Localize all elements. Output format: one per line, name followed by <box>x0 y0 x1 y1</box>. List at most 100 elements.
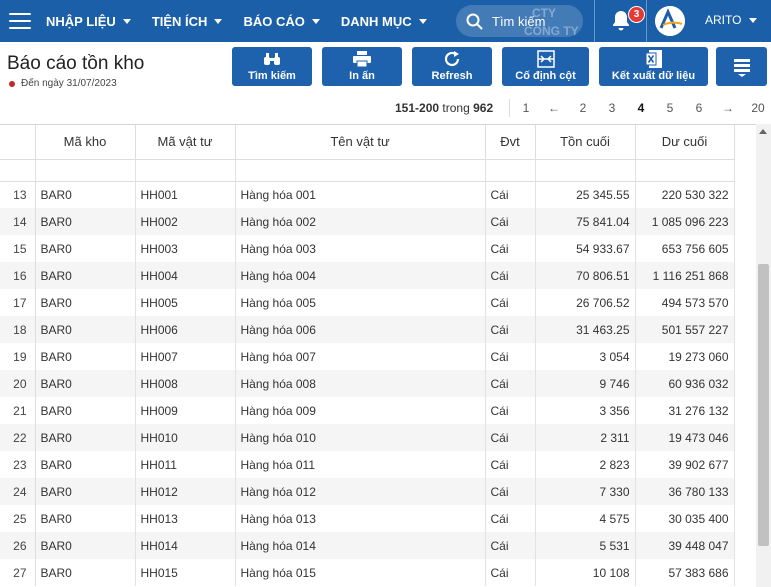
page-link-20[interactable]: 20 <box>749 101 767 115</box>
search-button[interactable]: Tìm kiếm <box>232 47 312 86</box>
nav-item-danh-muc[interactable]: DANH MỤC <box>341 14 427 29</box>
nav-item-label: BÁO CÁO <box>243 13 305 29</box>
print-button[interactable]: In ấn <box>322 47 402 86</box>
cell-dvt: Cái <box>485 343 536 370</box>
cell-du-cuoi: 220 530 322 <box>635 181 735 208</box>
cell-du-cuoi: 39 902 677 <box>635 451 735 478</box>
cell-ma-kho: BAR0 <box>35 397 136 424</box>
cell-du-cuoi: 19 273 060 <box>635 343 735 370</box>
chevron-down-icon <box>311 18 320 24</box>
table-row[interactable]: 13 BAR0 HH001 Hàng hóa 001 Cái 25 345.55 220 5… <box>0 181 735 208</box>
cell-ma-vat-tu: HH008 <box>135 370 236 397</box>
table-row[interactable]: 25 BAR0 HH013 Hàng hóa 013 Cái 4 575 30 035 40… <box>0 505 735 532</box>
cell-du-cuoi: 1 116 251 868 <box>635 262 735 289</box>
nav-item-tien-ich[interactable]: TIỆN ÍCH <box>152 14 223 29</box>
cell-ton-cuoi: 4 575 <box>535 505 636 532</box>
table-row[interactable]: 23 BAR0 HH011 Hàng hóa 011 Cái 2 823 39 902 67… <box>0 451 735 478</box>
cell-ten-vat-tu: Hàng hóa 011 <box>235 451 486 478</box>
prev-page-button[interactable]: ← <box>546 101 562 115</box>
search-button-label: Tìm kiếm <box>248 70 296 82</box>
refresh-button[interactable]: Refresh <box>412 47 492 86</box>
cell-ten-vat-tu: Hàng hóa 002 <box>235 208 486 235</box>
cell-ton-cuoi: 75 841.04 <box>535 208 636 235</box>
cell-ton-cuoi: 2 311 <box>535 424 636 451</box>
cell-dvt: Cái <box>485 559 536 586</box>
cell-ma-vat-tu: HH012 <box>135 478 236 505</box>
filter-input-ma-vat-tu[interactable] <box>135 159 236 182</box>
table-row[interactable]: 20 BAR0 HH008 Hàng hóa 008 Cái 9 746 60 936 03… <box>0 370 735 397</box>
inventory-table: Mã kho Mã vật tư Tên vật tư Đvt Tồn cuối… <box>0 124 756 587</box>
column-header-du-cuoi[interactable]: Dư cuối <box>635 125 735 160</box>
row-number-header <box>0 125 36 160</box>
hamburger-menu-icon[interactable] <box>9 13 31 29</box>
row-number: 21 <box>0 397 36 424</box>
cell-ten-vat-tu: Hàng hóa 009 <box>235 397 486 424</box>
cell-ten-vat-tu: Hàng hóa 008 <box>235 370 486 397</box>
filter-input-dvt[interactable] <box>485 159 536 182</box>
page-link-6[interactable]: 6 <box>693 101 705 115</box>
table-row[interactable]: 16 BAR0 HH004 Hàng hóa 004 Cái 70 806.51 1 116… <box>0 262 735 289</box>
nav-item-nhap-lieu[interactable]: NHẬP LIỆU <box>46 14 131 29</box>
cell-ma-kho: BAR0 <box>35 181 136 208</box>
nav-divider <box>646 0 647 42</box>
filter-input-du-cuoi[interactable] <box>635 159 735 182</box>
pagination-range: 151-200 trong 962 <box>395 101 493 115</box>
status-dot <box>9 80 15 87</box>
filter-input-ten-vat-tu[interactable] <box>235 159 486 182</box>
cell-ma-kho: BAR0 <box>35 505 136 532</box>
page-link-4-active[interactable]: 4 <box>635 101 647 115</box>
column-header-dvt[interactable]: Đvt <box>485 125 536 160</box>
scrollbar-thumb[interactable] <box>758 264 769 546</box>
cell-dvt: Cái <box>485 397 536 424</box>
table-row[interactable]: 26 BAR0 HH014 Hàng hóa 014 Cái 5 531 39 448 04… <box>0 532 735 559</box>
column-header-ma-kho[interactable]: Mã kho <box>35 125 136 160</box>
column-header-ma-vat-tu[interactable]: Mã vật tư <box>135 125 236 160</box>
cell-ton-cuoi: 5 531 <box>535 532 636 559</box>
page-link-3[interactable]: 3 <box>606 101 618 115</box>
cell-ton-cuoi: 2 823 <box>535 451 636 478</box>
filter-input-ma-kho[interactable] <box>35 159 136 182</box>
cell-ten-vat-tu: Hàng hóa 006 <box>235 316 486 343</box>
nav-item-bao-cao[interactable]: BÁO CÁO <box>243 13 320 29</box>
column-header-ten-vat-tu[interactable]: Tên vật tư <box>235 125 486 160</box>
cell-dvt: Cái <box>485 316 536 343</box>
avatar[interactable] <box>655 6 685 36</box>
table-row[interactable]: 22 BAR0 HH010 Hàng hóa 010 Cái 2 311 19 473 04… <box>0 424 735 451</box>
cell-du-cuoi: 57 383 686 <box>635 559 735 586</box>
cell-ton-cuoi: 3 054 <box>535 343 636 370</box>
pagination-bar: 151-200 trong 962 1 ← 2 3 4 5 6 → 20 <box>0 97 771 119</box>
column-header-ton-cuoi[interactable]: Tồn cuối <box>535 125 636 160</box>
report-date-label: Đến ngày 31/07/2023 <box>21 78 117 89</box>
table-row[interactable]: 21 BAR0 HH009 Hàng hóa 009 Cái 3 356 31 276 13… <box>0 397 735 424</box>
page-link-5[interactable]: 5 <box>664 101 676 115</box>
user-menu[interactable]: ARITO <box>705 13 758 27</box>
table-row[interactable]: 19 BAR0 HH007 Hàng hóa 007 Cái 3 054 19 273 06… <box>0 343 735 370</box>
cell-ma-vat-tu: HH005 <box>135 289 236 316</box>
table-row[interactable]: 27 BAR0 HH015 Hàng hóa 015 Cái 10 108 57 383 6… <box>0 559 735 586</box>
row-number: 17 <box>0 289 36 316</box>
export-data-button[interactable]: Kết xuất dữ liệu <box>599 47 708 86</box>
vertical-scrollbar[interactable] <box>756 124 771 587</box>
scroll-up-icon[interactable] <box>759 129 767 134</box>
cell-ten-vat-tu: Hàng hóa 003 <box>235 235 486 262</box>
filter-input-ton-cuoi[interactable] <box>535 159 636 182</box>
table-row[interactable]: 15 BAR0 HH003 Hàng hóa 003 Cái 54 933.67 653 7… <box>0 235 735 262</box>
row-number: 15 <box>0 235 36 262</box>
global-search-input[interactable]: CTY CÔNG TY Tìm kiếm <box>456 5 583 37</box>
next-page-button[interactable]: → <box>720 101 736 115</box>
freeze-columns-button[interactable]: Cố định cột <box>502 47 589 86</box>
username: ARITO <box>705 13 742 27</box>
cell-ma-kho: BAR0 <box>35 559 136 586</box>
cell-du-cuoi: 31 276 132 <box>635 397 735 424</box>
cell-ma-kho: BAR0 <box>35 451 136 478</box>
table-row[interactable]: 14 BAR0 HH002 Hàng hóa 002 Cái 75 841.04 1 085… <box>0 208 735 235</box>
table-row[interactable]: 24 BAR0 HH012 Hàng hóa 012 Cái 7 330 36 780 13… <box>0 478 735 505</box>
cell-ten-vat-tu: Hàng hóa 005 <box>235 289 486 316</box>
page-link-2[interactable]: 2 <box>577 101 589 115</box>
cell-ton-cuoi: 31 463.25 <box>535 316 636 343</box>
more-options-button[interactable] <box>716 47 767 86</box>
filter-row <box>0 159 735 182</box>
page-link-1[interactable]: 1 <box>520 101 532 115</box>
table-row[interactable]: 17 BAR0 HH005 Hàng hóa 005 Cái 26 706.52 494 5… <box>0 289 735 316</box>
table-row[interactable]: 18 BAR0 HH006 Hàng hóa 006 Cái 31 463.25 501 5… <box>0 316 735 343</box>
